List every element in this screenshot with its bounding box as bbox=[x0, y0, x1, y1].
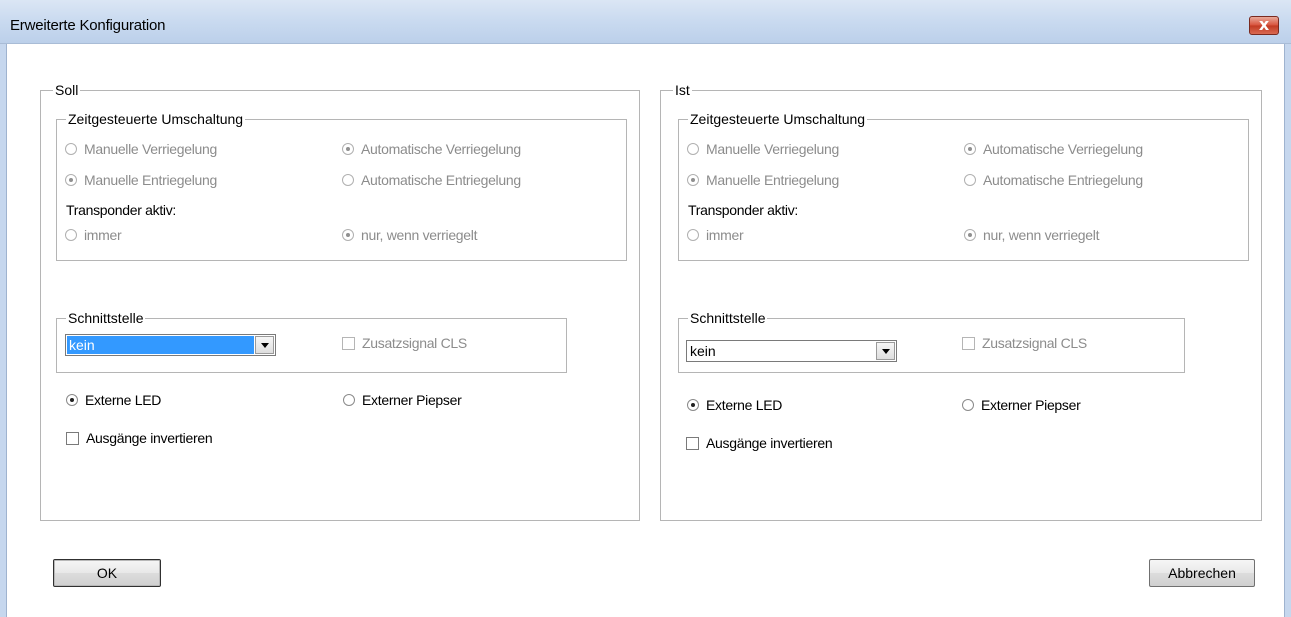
select-value: kein bbox=[690, 343, 716, 359]
checkbox-label: Zusatzsignal CLS bbox=[362, 335, 467, 351]
soll-radio-nur-verriegelt[interactable]: nur, wenn verriegelt bbox=[342, 227, 477, 243]
radio-label: immer bbox=[706, 227, 744, 243]
checkbox-box bbox=[962, 336, 975, 350]
soll-radio-externe-led[interactable]: Externe LED bbox=[66, 392, 161, 408]
ist-radio-manuelle-entriegelung[interactable]: Manuelle Entriegelung bbox=[687, 172, 839, 188]
radio-label: Automatische Entriegelung bbox=[983, 172, 1143, 188]
radio-indicator bbox=[65, 143, 77, 155]
radio-indicator bbox=[687, 143, 699, 155]
soll-group-title: Soll bbox=[53, 82, 81, 98]
radio-label: Externer Piepser bbox=[981, 397, 1081, 413]
radio-label: Externe LED bbox=[85, 392, 162, 408]
radio-label: Automatische Verriegelung bbox=[361, 141, 521, 157]
ist-radio-immer[interactable]: immer bbox=[687, 227, 744, 243]
ist-radio-externer-piepser[interactable]: Externer Piepser bbox=[962, 397, 1081, 413]
ist-schnittstelle-select[interactable]: kein bbox=[686, 340, 897, 362]
ist-schnittstelle-title: Schnittstelle bbox=[688, 310, 768, 326]
ist-radio-automatische-entriegelung[interactable]: Automatische Entriegelung bbox=[964, 172, 1143, 188]
radio-label: Externer Piepser bbox=[362, 392, 462, 408]
ist-radio-externe-led[interactable]: Externe LED bbox=[687, 397, 782, 413]
radio-indicator bbox=[687, 174, 699, 186]
radio-indicator bbox=[343, 394, 355, 406]
checkbox-label: Zusatzsignal CLS bbox=[982, 335, 1087, 351]
window-border-right bbox=[1284, 44, 1291, 617]
dialog-window: Erweiterte Konfiguration x Soll Zeitgest… bbox=[0, 0, 1291, 617]
ist-radio-manuelle-verriegelung[interactable]: Manuelle Verriegelung bbox=[687, 141, 839, 157]
checkbox-label: Ausgänge invertieren bbox=[86, 430, 213, 446]
close-button[interactable]: x bbox=[1249, 15, 1279, 35]
radio-label: Manuelle Entriegelung bbox=[706, 172, 840, 188]
radio-indicator bbox=[342, 229, 354, 241]
checkbox-box bbox=[66, 431, 79, 445]
radio-indicator bbox=[65, 229, 77, 241]
ist-schnittstelle-group: Schnittstelle kein Zusatzsignal CLS bbox=[678, 310, 1185, 373]
radio-indicator bbox=[342, 174, 354, 186]
soll-transponder-label: Transponder aktiv: bbox=[66, 202, 177, 218]
soll-radio-automatische-verriegelung[interactable]: Automatische Verriegelung bbox=[342, 141, 521, 157]
ist-ausgaenge-invertieren-checkbox[interactable]: Ausgänge invertieren bbox=[686, 435, 833, 451]
ist-group-title: Ist bbox=[673, 82, 692, 98]
ist-transponder-label: Transponder aktiv: bbox=[688, 202, 799, 218]
radio-indicator bbox=[964, 143, 976, 155]
soll-zeit-group: Zeitgesteuerte Umschaltung Manuelle Verr… bbox=[56, 111, 627, 261]
radio-indicator bbox=[65, 174, 77, 186]
radio-label: Automatische Entriegelung bbox=[361, 172, 521, 188]
ist-radio-nur-verriegelt[interactable]: nur, wenn verriegelt bbox=[964, 227, 1099, 243]
radio-indicator bbox=[964, 174, 976, 186]
chevron-down-icon[interactable] bbox=[876, 342, 895, 360]
checkbox-label: Ausgänge invertieren bbox=[706, 435, 833, 451]
ist-group: Ist Zeitgesteuerte Umschaltung Manuelle … bbox=[660, 82, 1262, 521]
radio-label: Manuelle Entriegelung bbox=[84, 172, 218, 188]
soll-ausgaenge-invertieren-checkbox[interactable]: Ausgänge invertieren bbox=[66, 430, 213, 446]
radio-indicator bbox=[964, 229, 976, 241]
soll-zeit-title: Zeitgesteuerte Umschaltung bbox=[66, 111, 246, 127]
soll-schnittstelle-select[interactable]: kein bbox=[65, 334, 276, 356]
ist-radio-automatische-verriegelung[interactable]: Automatische Verriegelung bbox=[964, 141, 1143, 157]
chevron-down-icon[interactable] bbox=[255, 336, 274, 354]
soll-radio-automatische-entriegelung[interactable]: Automatische Entriegelung bbox=[342, 172, 521, 188]
ok-button[interactable]: OK bbox=[53, 559, 161, 587]
radio-label: immer bbox=[84, 227, 122, 243]
ist-zeit-group: Zeitgesteuerte Umschaltung Manuelle Verr… bbox=[678, 111, 1249, 261]
radio-label: Manuelle Verriegelung bbox=[84, 141, 218, 157]
soll-group: Soll Zeitgesteuerte Umschaltung Manuelle… bbox=[40, 82, 640, 521]
soll-zusatzsignal-checkbox[interactable]: Zusatzsignal CLS bbox=[342, 335, 467, 351]
soll-radio-externer-piepser[interactable]: Externer Piepser bbox=[343, 392, 462, 408]
radio-label: Automatische Verriegelung bbox=[983, 141, 1143, 157]
radio-indicator bbox=[66, 394, 78, 406]
checkbox-box bbox=[686, 436, 699, 450]
soll-schnittstelle-title: Schnittstelle bbox=[66, 310, 146, 326]
radio-label: Externe LED bbox=[706, 397, 783, 413]
soll-schnittstelle-group: Schnittstelle kein Zusatzsignal CLS bbox=[56, 310, 567, 373]
soll-radio-manuelle-entriegelung[interactable]: Manuelle Entriegelung bbox=[65, 172, 217, 188]
window-border-left bbox=[0, 44, 7, 617]
radio-label: nur, wenn verriegelt bbox=[361, 227, 478, 243]
close-icon: x bbox=[1258, 15, 1270, 34]
ist-zusatzsignal-checkbox[interactable]: Zusatzsignal CLS bbox=[962, 335, 1087, 351]
radio-label: Manuelle Verriegelung bbox=[706, 141, 840, 157]
checkbox-box bbox=[342, 336, 355, 350]
select-value: kein bbox=[67, 336, 254, 354]
radio-indicator bbox=[342, 143, 354, 155]
ist-zeit-title: Zeitgesteuerte Umschaltung bbox=[688, 111, 868, 127]
window-title: Erweiterte Konfiguration bbox=[10, 17, 166, 34]
radio-indicator bbox=[962, 399, 974, 411]
soll-radio-immer[interactable]: immer bbox=[65, 227, 122, 243]
radio-indicator bbox=[687, 399, 699, 411]
title-bar: Erweiterte Konfiguration x bbox=[0, 0, 1291, 44]
radio-label: nur, wenn verriegelt bbox=[983, 227, 1100, 243]
cancel-button[interactable]: Abbrechen bbox=[1149, 559, 1255, 587]
radio-indicator bbox=[687, 229, 699, 241]
soll-radio-manuelle-verriegelung[interactable]: Manuelle Verriegelung bbox=[65, 141, 217, 157]
